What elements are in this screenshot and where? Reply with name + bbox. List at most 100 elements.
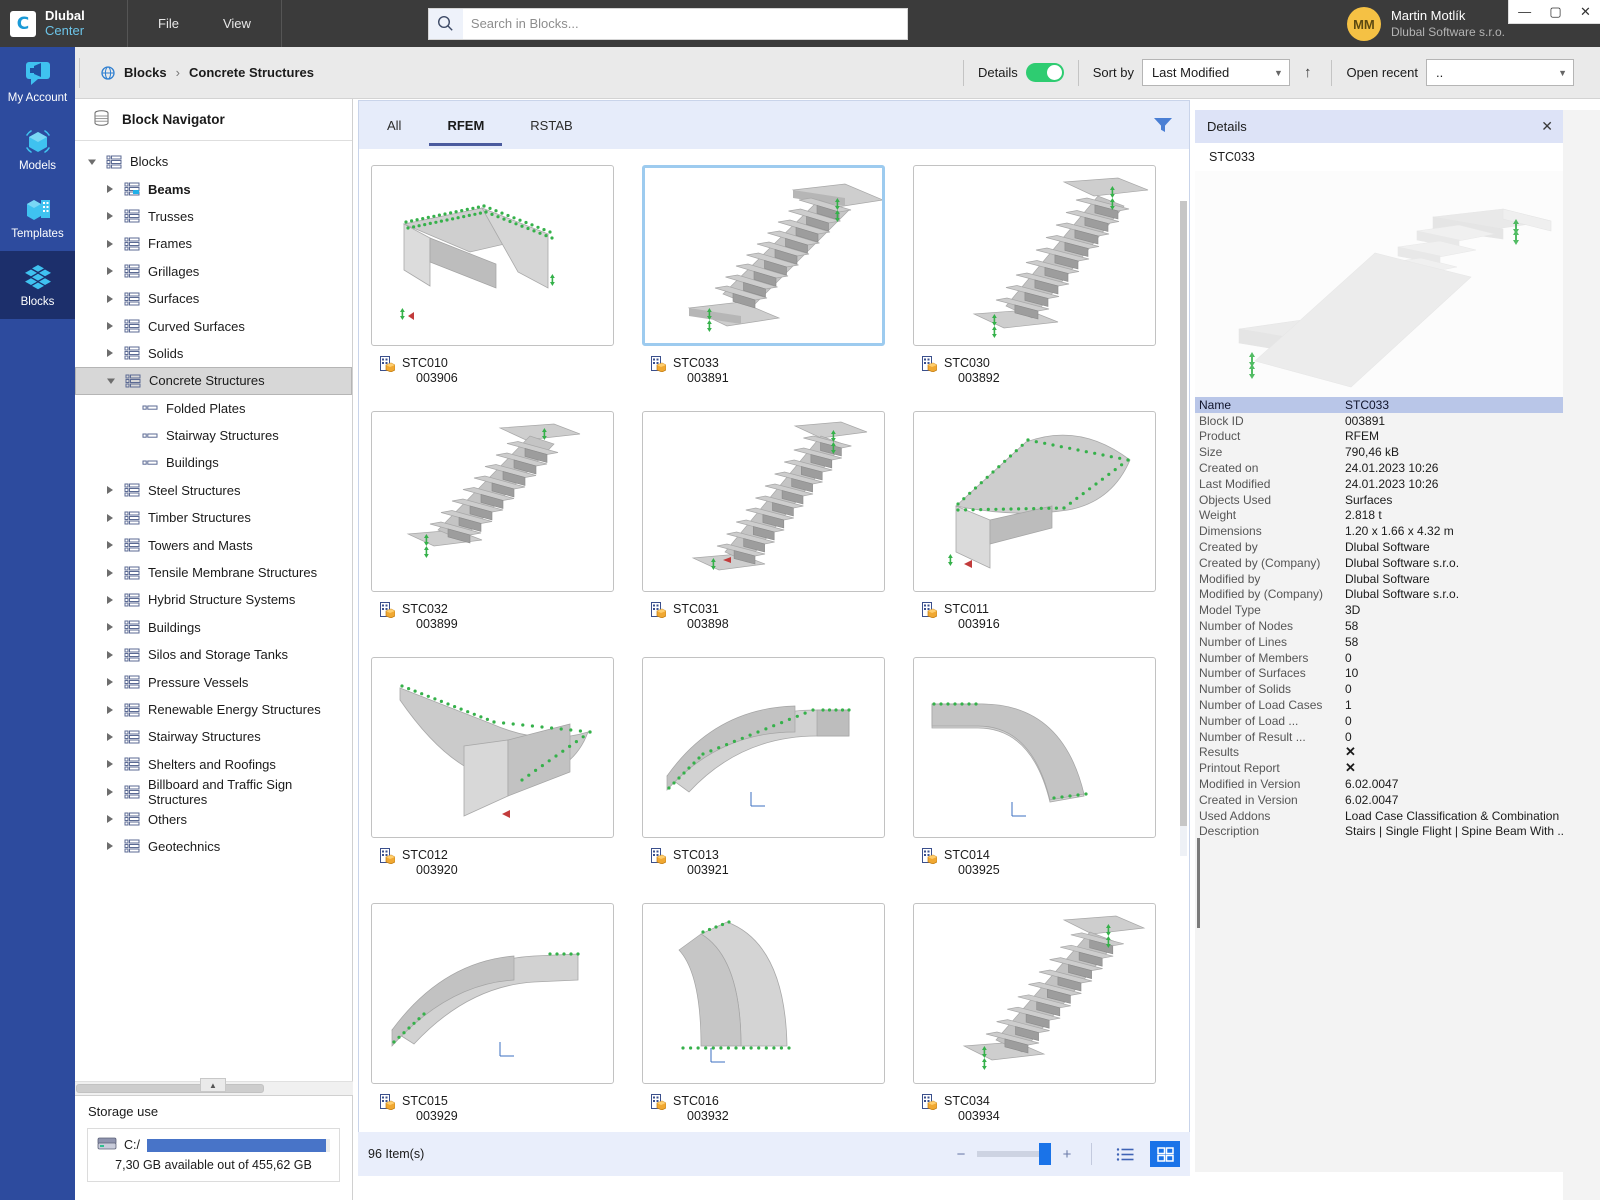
tree-twisty-right-icon[interactable] [103, 787, 116, 797]
tree-twisty-right-icon[interactable] [103, 294, 116, 304]
details-row[interactable]: Model Type 3D [1195, 602, 1563, 618]
block-card[interactable]: STC012 003920 [371, 657, 641, 903]
block-thumbnail[interactable] [642, 657, 885, 838]
block-thumbnail[interactable] [913, 903, 1156, 1084]
sort-direction-ascending-icon[interactable]: ↑ [1298, 64, 1318, 81]
details-row[interactable]: Modified in Version 6.02.0047 [1195, 776, 1563, 792]
tree-item-steel-structures[interactable]: Steel Structures [75, 477, 352, 504]
tree-item-pressure-vessels[interactable]: Pressure Vessels [75, 668, 352, 695]
tree-item-renewable-energy-structures[interactable]: Renewable Energy Structures [75, 696, 352, 723]
details-row[interactable]: Last Modified 24.01.2023 10:26 [1195, 476, 1563, 492]
tree-twisty-right-icon[interactable] [103, 705, 116, 715]
block-thumbnail[interactable] [913, 411, 1156, 592]
rail-item-models[interactable]: Models [0, 115, 75, 183]
details-row[interactable]: Name STC033 [1195, 397, 1563, 413]
zoom-in-button[interactable]: + [1061, 1146, 1073, 1163]
tree-item-stairway-structures[interactable]: Stairway Structures [75, 422, 352, 449]
tree-twisty-right-icon[interactable] [103, 540, 116, 550]
search-input[interactable] [462, 9, 907, 38]
tree-item-folded-plates[interactable]: Folded Plates [75, 395, 352, 422]
scrollbar-thumb[interactable] [1180, 201, 1187, 826]
tree-item-hybrid-structure-systems[interactable]: Hybrid Structure Systems [75, 586, 352, 613]
details-row[interactable]: Created by (Company) Dlubal Software s.r.… [1195, 555, 1563, 571]
block-card[interactable]: STC010 003906 [371, 165, 641, 411]
block-thumbnail[interactable] [913, 657, 1156, 838]
tree-item-others[interactable]: Others [75, 805, 352, 832]
tree-twisty-right-icon[interactable] [103, 513, 116, 523]
tree-item-towers-and-masts[interactable]: Towers and Masts [75, 531, 352, 558]
sort-by-select[interactable]: Last Modified ▼ [1141, 59, 1290, 86]
breadcrumb-root[interactable]: Blocks [124, 65, 167, 80]
tree-item-curved-surfaces[interactable]: Curved Surfaces [75, 312, 352, 339]
details-row[interactable]: Created by Dlubal Software [1195, 539, 1563, 555]
tree-item-solids[interactable]: Solids [75, 340, 352, 367]
rail-item-templates[interactable]: Templates [0, 183, 75, 251]
tab-rstab[interactable]: RSTAB [512, 101, 590, 149]
block-thumbnail[interactable] [371, 657, 614, 838]
block-card[interactable]: STC032 003899 [371, 411, 641, 657]
menu-item-view[interactable]: View [201, 10, 273, 37]
tree-item-buildings[interactable]: Buildings [75, 449, 352, 476]
scrollbar-thumb[interactable] [76, 1084, 264, 1093]
rail-item-my-account[interactable]: My Account [0, 47, 75, 115]
rail-item-blocks[interactable]: Blocks [0, 251, 75, 319]
tab-all[interactable]: All [369, 101, 419, 149]
details-row[interactable]: Modified by Dlubal Software [1195, 571, 1563, 587]
block-thumbnail[interactable] [642, 903, 885, 1084]
details-row[interactable]: Number of Load Cases 1 [1195, 697, 1563, 713]
tree-item-surfaces[interactable]: Surfaces [75, 285, 352, 312]
tree-item-frames[interactable]: Frames [75, 230, 352, 257]
tree-twisty-right-icon[interactable] [103, 485, 116, 495]
tree-twisty-right-icon[interactable] [103, 650, 116, 660]
close-icon[interactable]: ✕ [1541, 118, 1553, 135]
menu-item-file[interactable]: File [136, 10, 201, 37]
open-recent-select[interactable]: .. ▼ [1426, 59, 1574, 86]
details-row[interactable]: Product RFEM [1195, 429, 1563, 445]
tree-item-grillages[interactable]: Grillages [75, 258, 352, 285]
tree-twisty-right-icon[interactable] [103, 759, 116, 769]
tree-item-concrete-structures[interactable]: Concrete Structures [75, 367, 352, 395]
tree-twisty-right-icon[interactable] [103, 211, 116, 221]
details-row[interactable]: Weight 2.818 t [1195, 508, 1563, 524]
tree-twisty-right-icon[interactable] [103, 568, 116, 578]
tree-twisty-right-icon[interactable] [103, 732, 116, 742]
details-row[interactable]: Number of Surfaces 10 [1195, 666, 1563, 682]
block-card[interactable]: STC033 003891 [642, 165, 912, 411]
list-view-button[interactable] [1110, 1141, 1140, 1167]
block-card[interactable]: STC015 003929 [371, 903, 641, 1133]
user-account[interactable]: MM Martin Motlík Dlubal Software s.r.o. [1346, 7, 1505, 41]
details-row[interactable]: Number of Load ... 0 [1195, 713, 1563, 729]
tree-twisty-right-icon[interactable] [103, 348, 116, 358]
zoom-slider-thumb[interactable] [1039, 1143, 1051, 1165]
block-thumbnail[interactable] [371, 903, 614, 1084]
tree-twisty-right-icon[interactable] [103, 595, 116, 605]
block-card[interactable]: STC031 003898 [642, 411, 912, 657]
details-row[interactable]: Used Addons Load Case Classification & Co… [1195, 808, 1563, 824]
tree-twisty-right-icon[interactable] [103, 622, 116, 632]
search-box[interactable] [427, 7, 908, 40]
details-row[interactable]: Printout Report ✕ [1195, 760, 1563, 776]
block-thumbnail[interactable] [642, 165, 885, 346]
block-card[interactable]: STC014 003925 [913, 657, 1183, 903]
tree-item-silos-and-storage-tanks[interactable]: Silos and Storage Tanks [75, 641, 352, 668]
details-row[interactable]: Size 790,46 kB [1195, 444, 1563, 460]
tree-item-billboard-and-traffic-sign-structures[interactable]: Billboard and Traffic Sign Structures [75, 777, 352, 807]
breadcrumb-current[interactable]: Concrete Structures [189, 65, 314, 80]
grid-view-button[interactable] [1150, 1141, 1180, 1167]
block-card[interactable]: STC016 003932 [642, 903, 912, 1133]
navigator-collapse-button[interactable]: ▲ [200, 1078, 226, 1092]
block-card[interactable]: STC011 003916 [913, 411, 1183, 657]
tree-twisty-right-icon[interactable] [103, 321, 116, 331]
details-row[interactable]: Number of Lines 58 [1195, 634, 1563, 650]
minimize-button[interactable]: — [1512, 4, 1537, 19]
block-thumbnail[interactable] [371, 165, 614, 346]
details-row[interactable]: Description Stairs | Single Flight | Spin… [1195, 824, 1563, 840]
details-row[interactable]: Block ID 003891 [1195, 413, 1563, 429]
details-scrollbar[interactable] [1197, 838, 1200, 928]
tree-item-timber-structures[interactable]: Timber Structures [75, 504, 352, 531]
zoom-out-button[interactable]: − [955, 1146, 967, 1163]
tree-item-blocks[interactable]: Blocks [75, 148, 352, 175]
details-row[interactable]: Number of Nodes 58 [1195, 618, 1563, 634]
tree-twisty-right-icon[interactable] [103, 239, 116, 249]
tree-twisty-down-icon[interactable] [85, 157, 98, 167]
